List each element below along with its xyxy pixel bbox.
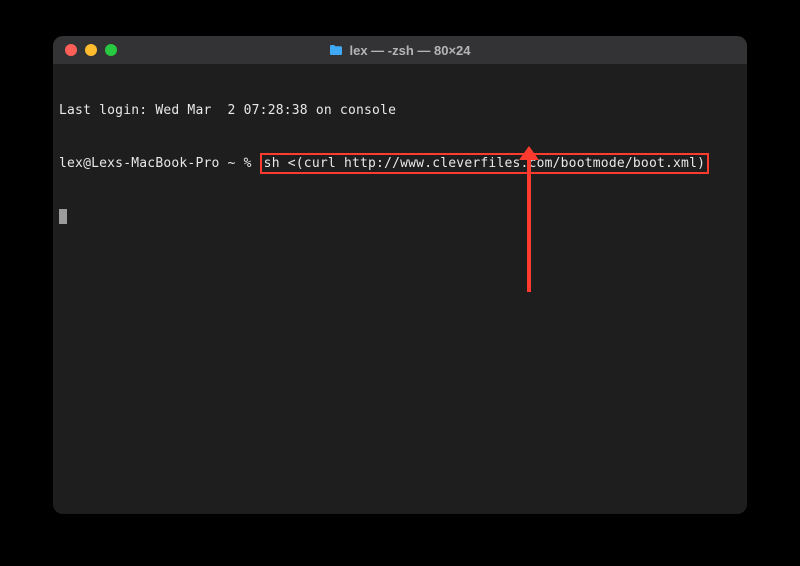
folder-icon	[329, 44, 343, 56]
command-text: sh <(curl http://www.cleverfiles.com/boo…	[264, 156, 705, 171]
cursor-line	[59, 208, 741, 225]
prompt-line: lex@Lexs-MacBook-Pro ~ % sh <(curl http:…	[59, 153, 741, 174]
terminal-body[interactable]: Last login: Wed Mar 2 07:28:38 on consol…	[53, 64, 747, 514]
traffic-lights	[53, 44, 117, 56]
maximize-icon[interactable]	[105, 44, 117, 56]
command-highlight: sh <(curl http://www.cleverfiles.com/boo…	[260, 153, 709, 174]
minimize-icon[interactable]	[85, 44, 97, 56]
terminal-window: lex — -zsh — 80×24 Last login: Wed Mar 2…	[53, 36, 747, 514]
titlebar[interactable]: lex — -zsh — 80×24	[53, 36, 747, 64]
prompt-text: lex@Lexs-MacBook-Pro ~ %	[59, 156, 260, 171]
cursor-block	[59, 209, 67, 224]
window-title: lex — -zsh — 80×24	[349, 43, 470, 58]
title-center: lex — -zsh — 80×24	[53, 43, 747, 58]
last-login-line: Last login: Wed Mar 2 07:28:38 on consol…	[59, 102, 741, 119]
close-icon[interactable]	[65, 44, 77, 56]
